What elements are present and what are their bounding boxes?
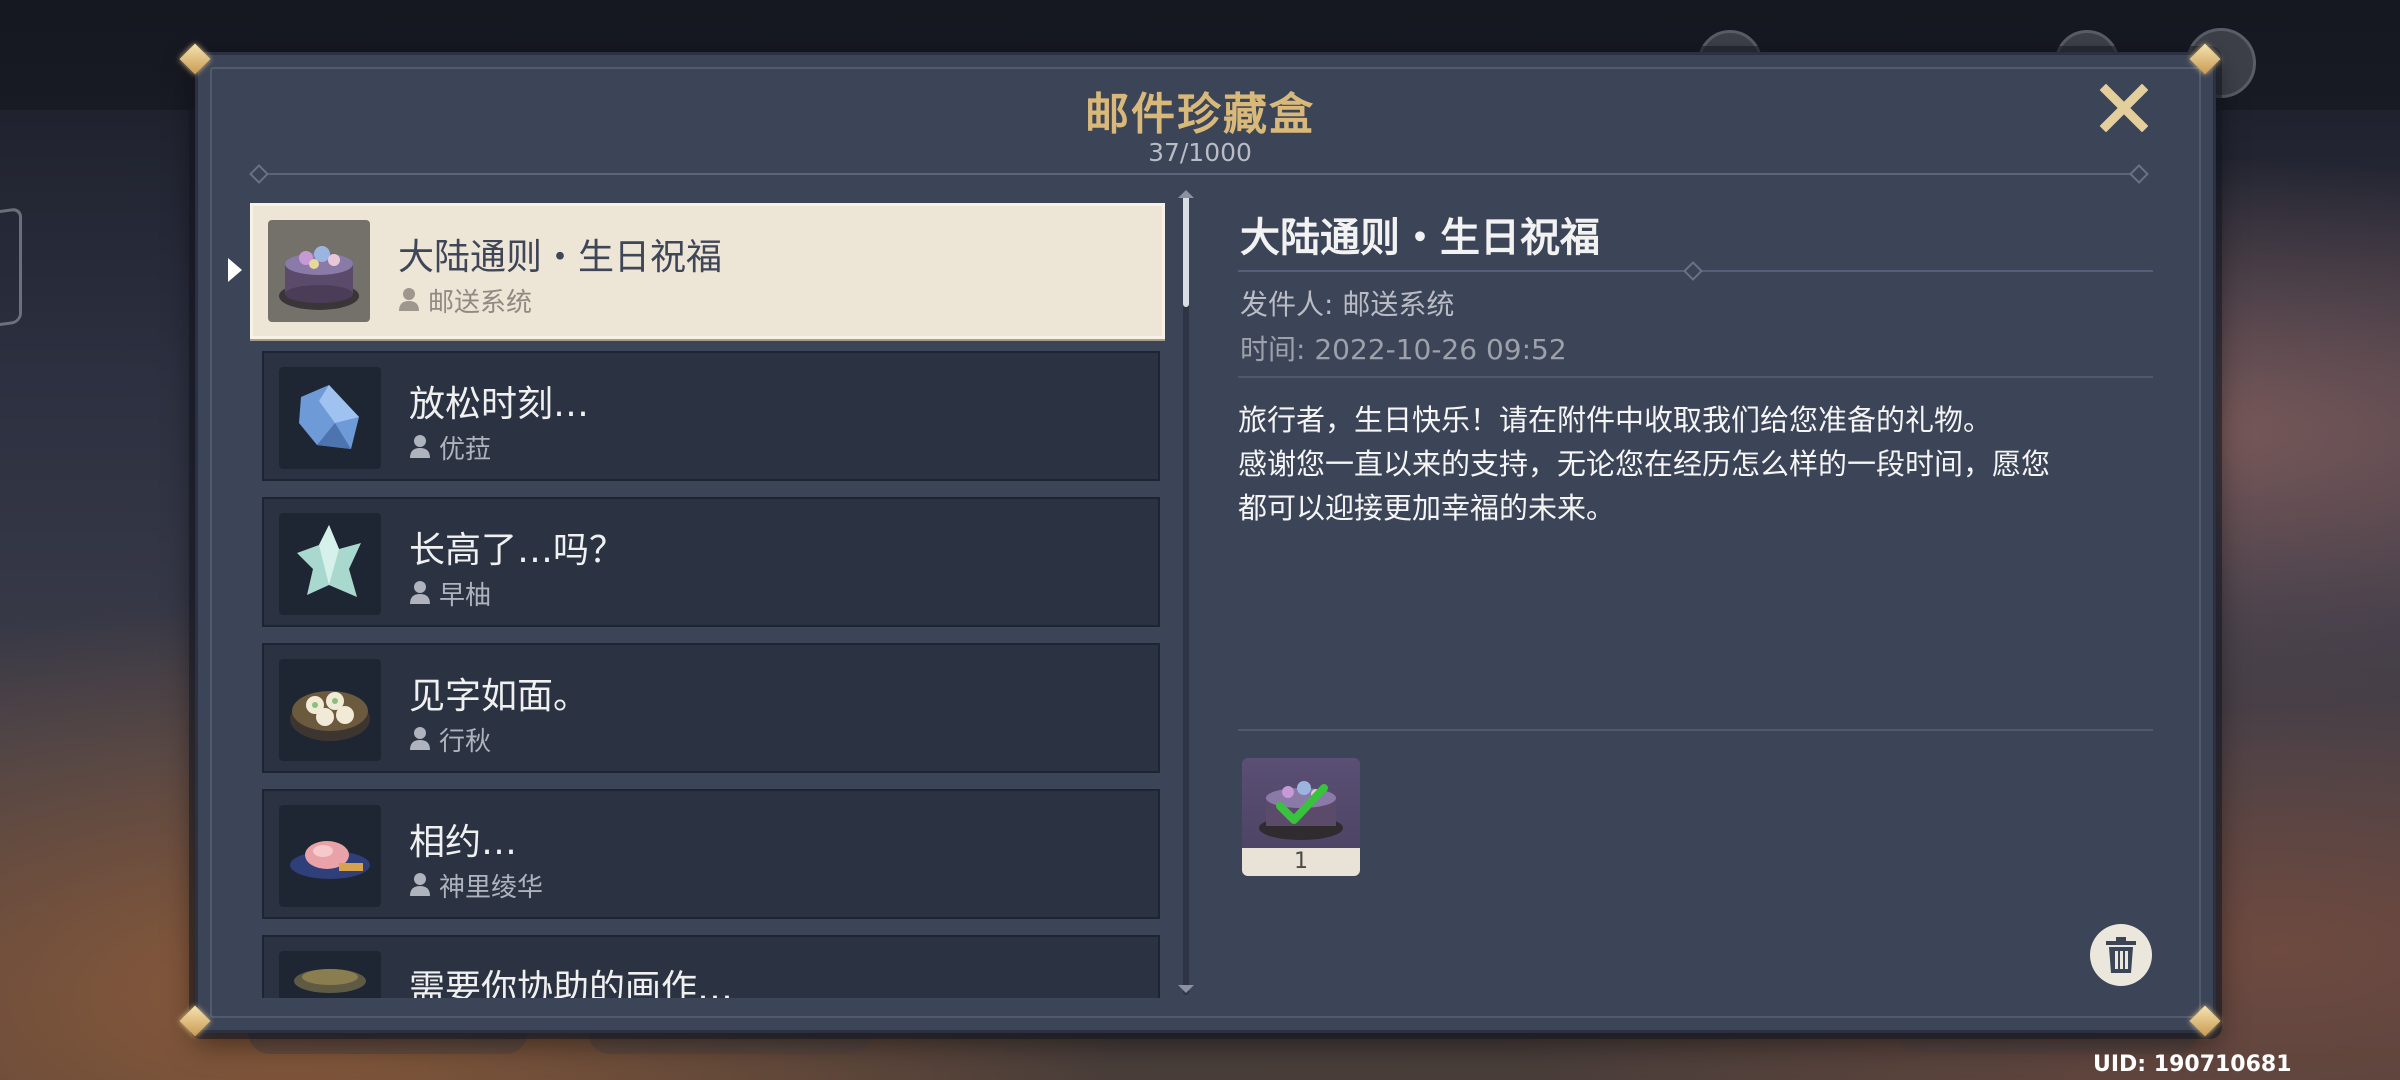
mail-list: 大陆通则・生日祝福 邮送系统 放松时刻… 优菈 长高了…吗？ 早柚 见字如面。 … bbox=[250, 203, 1165, 998]
attachment-count: 1 bbox=[1242, 848, 1360, 876]
food-plate-icon bbox=[279, 951, 381, 998]
header-divider bbox=[262, 173, 2140, 175]
mail-list-item[interactable]: 见字如面。 行秋 bbox=[262, 643, 1160, 773]
corner-ornament-icon bbox=[178, 42, 212, 76]
mail-sender: 邮送系统 bbox=[428, 288, 533, 318]
person-icon bbox=[410, 435, 430, 458]
selection-arrow-icon bbox=[228, 258, 242, 282]
mail-list-item[interactable]: 大陆通则・生日祝福 邮送系统 bbox=[250, 203, 1165, 339]
detail-meta-divider bbox=[1238, 376, 2153, 378]
birthday-cake-icon bbox=[268, 220, 370, 322]
sakura-dish-icon bbox=[279, 805, 381, 907]
page-title: 邮件珍藏盒 bbox=[1085, 89, 1315, 140]
mail-list-item[interactable]: 相约… 神里绫华 bbox=[262, 789, 1160, 919]
corner-ornament-icon bbox=[2188, 42, 2222, 76]
user-uid: UID: 190710681 bbox=[2093, 1052, 2292, 1077]
mail-sender: 早柚 bbox=[439, 581, 492, 611]
side-menu-tab[interactable] bbox=[0, 206, 22, 330]
mail-list-item[interactable]: 需要你协助的画作… bbox=[262, 935, 1160, 998]
detail-body: 旅行者，生日快乐！请在附件中收取我们给您准备的礼物。 感谢您一直以来的支持，无论… bbox=[1238, 403, 2051, 525]
mail-title: 见字如面。 bbox=[409, 676, 590, 717]
mail-list-item[interactable]: 长高了…吗？ 早柚 bbox=[262, 497, 1160, 627]
crystal-shard-icon bbox=[279, 513, 381, 615]
corner-ornament-icon bbox=[178, 1004, 212, 1038]
delete-mail-button[interactable] bbox=[2090, 924, 2152, 986]
mail-title: 相约… bbox=[409, 822, 518, 863]
detail-time: 时间: 2022-10-26 09:52 bbox=[1240, 333, 1567, 366]
person-icon bbox=[410, 727, 430, 750]
close-button[interactable] bbox=[2096, 80, 2152, 136]
mail-title: 放松时刻… bbox=[409, 384, 590, 425]
check-icon bbox=[1276, 784, 1328, 824]
mail-sender: 优菈 bbox=[439, 435, 492, 465]
mail-title: 需要你协助的画作… bbox=[409, 968, 734, 998]
person-icon bbox=[410, 581, 430, 604]
mail-sender: 行秋 bbox=[439, 727, 492, 757]
detail-sender: 发件人: 邮送系统 bbox=[1240, 288, 1455, 321]
scroll-up-icon[interactable] bbox=[1178, 190, 1194, 198]
attachment-item[interactable]: 1 bbox=[1242, 758, 1360, 876]
mail-count: 37/1000 bbox=[1148, 138, 1252, 167]
person-icon bbox=[410, 873, 430, 896]
close-icon bbox=[2100, 84, 2148, 132]
corner-ornament-icon bbox=[2188, 1004, 2222, 1038]
mail-title: 长高了…吗？ bbox=[409, 530, 626, 571]
trash-icon bbox=[2106, 937, 2136, 973]
mail-list-scrollbar[interactable] bbox=[1183, 195, 1189, 995]
mail-sender: 神里绫华 bbox=[439, 873, 544, 903]
detail-title: 大陆通则・生日祝福 bbox=[1240, 215, 1600, 261]
mail-list-item[interactable]: 放松时刻… 优菈 bbox=[262, 351, 1160, 481]
person-icon bbox=[399, 288, 419, 311]
scrollbar-thumb[interactable] bbox=[1183, 195, 1189, 307]
crystal-chunk-icon bbox=[279, 367, 381, 469]
scroll-down-icon[interactable] bbox=[1178, 985, 1194, 993]
mail-title: 大陆通则・生日祝福 bbox=[398, 237, 723, 278]
attachment-divider bbox=[1238, 729, 2153, 731]
dumpling-steamer-icon bbox=[279, 659, 381, 761]
